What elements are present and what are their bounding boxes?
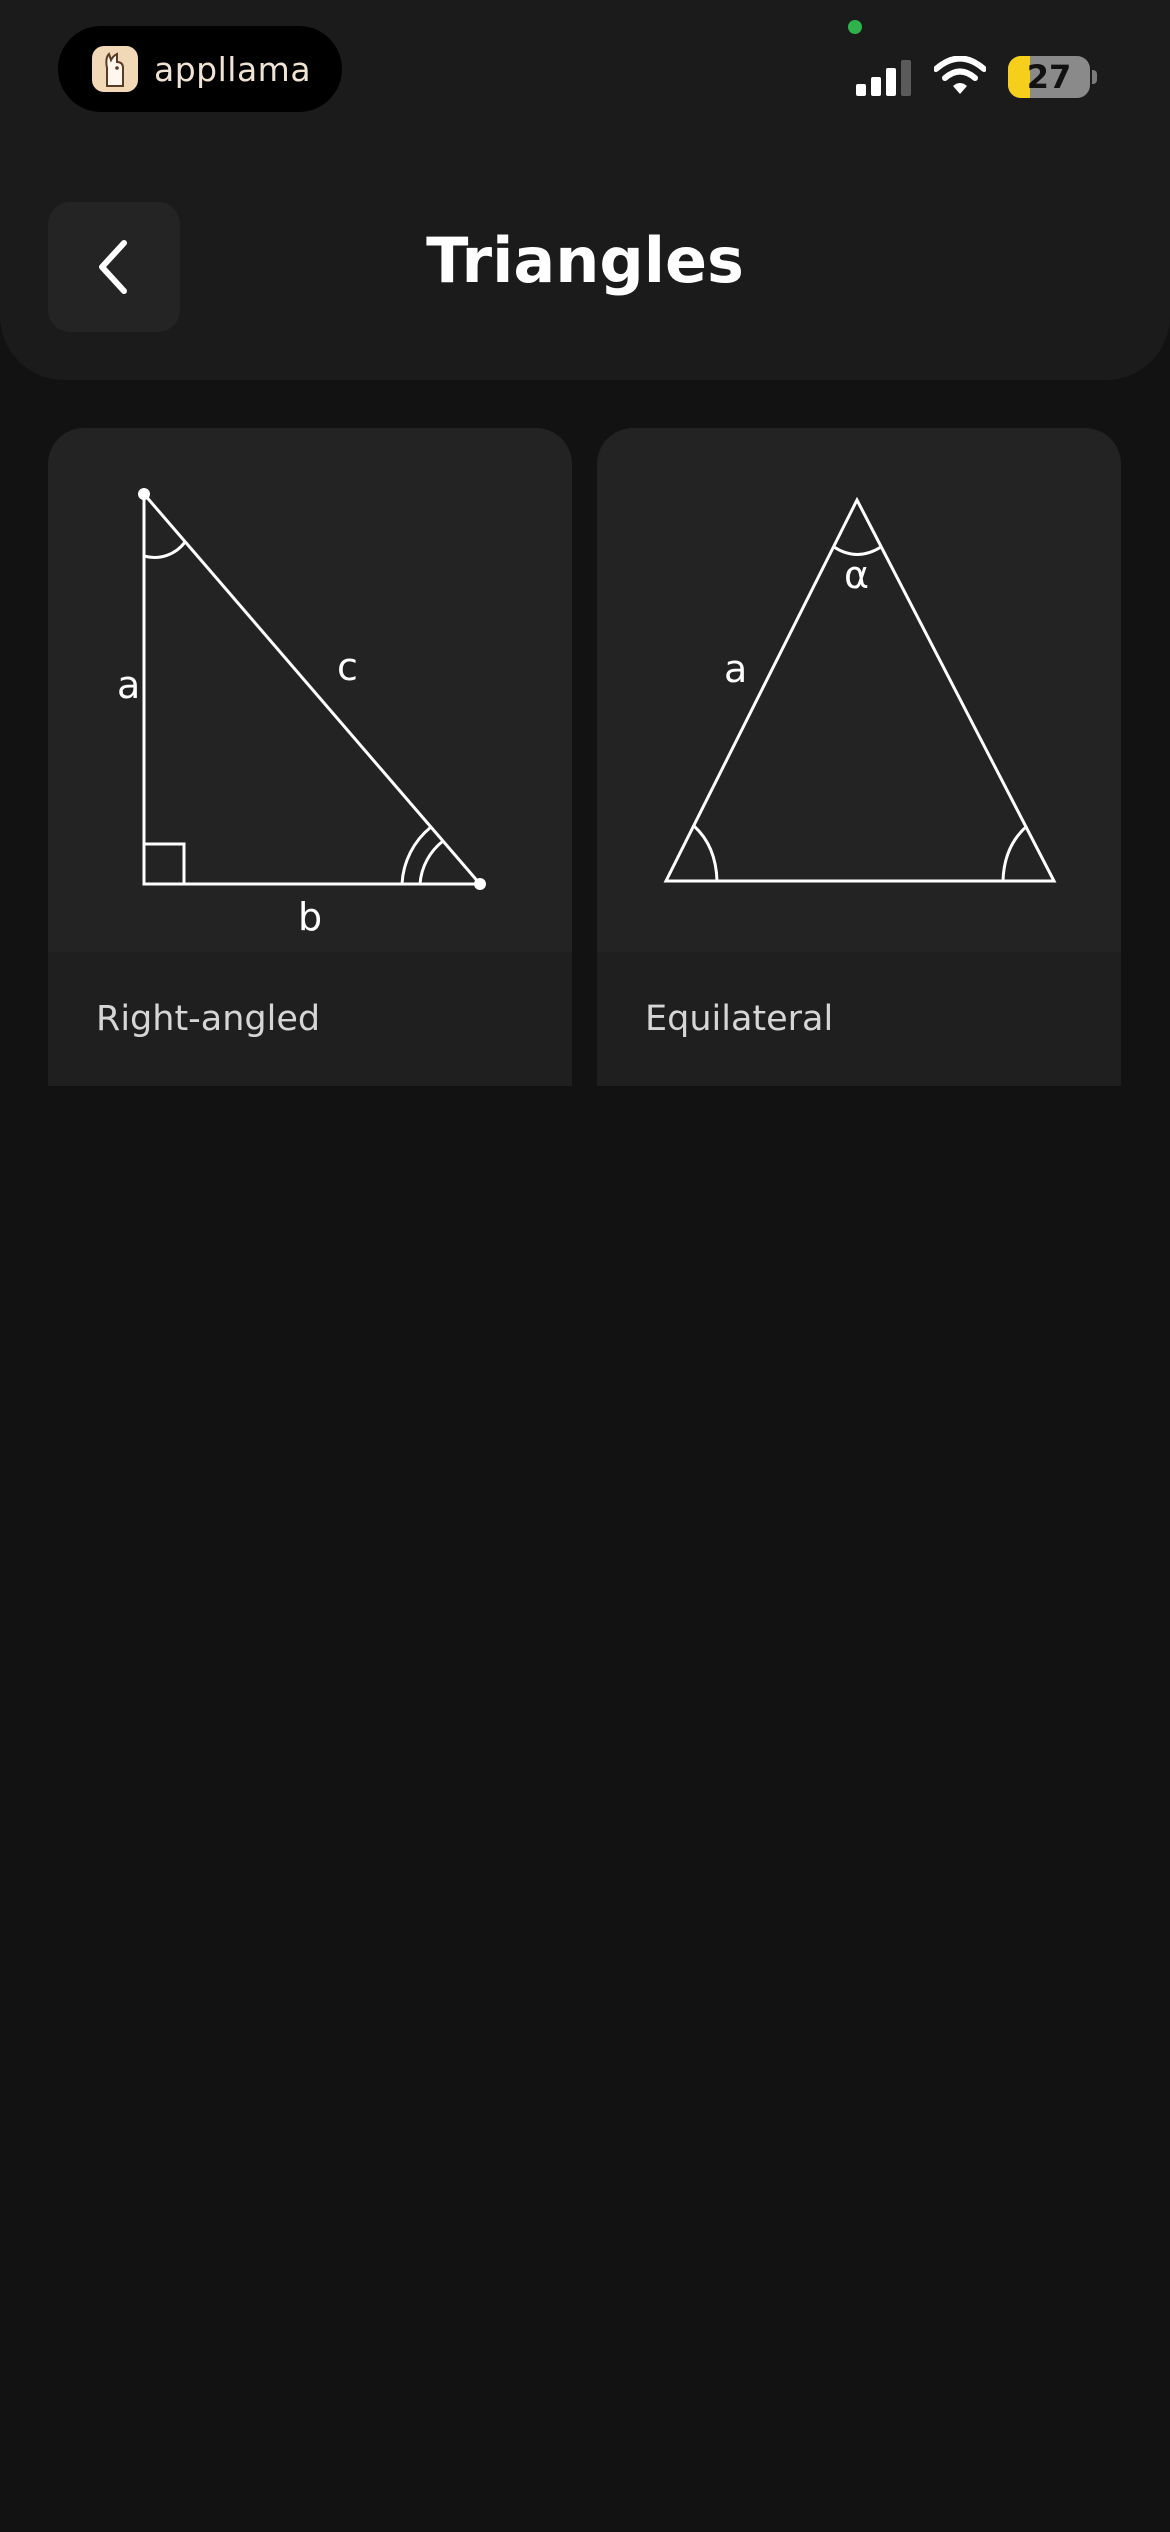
card-label: Equilateral xyxy=(645,999,834,1039)
battery-nub xyxy=(1092,70,1097,84)
top-angle-arc xyxy=(143,541,187,559)
app-name: appllama xyxy=(154,49,312,89)
side-b-label: b xyxy=(298,895,322,939)
card-equilateral[interactable]: α a Equilateral xyxy=(597,428,1121,1086)
cellular-signal-icon xyxy=(856,60,911,96)
right-angle-marker xyxy=(142,842,186,886)
llama-logo-icon xyxy=(92,46,138,92)
right-triangle-diagram: a c b xyxy=(117,488,486,939)
wifi-icon xyxy=(934,56,986,94)
privacy-indicator-dot xyxy=(848,20,862,34)
vertex-dot-right xyxy=(474,878,486,890)
vertex-dot-top xyxy=(138,488,150,500)
angle-alpha-label: α xyxy=(844,553,869,597)
app-pill: appllama xyxy=(58,26,342,112)
card-footer: Equilateral xyxy=(597,952,1121,1086)
card-footer: Right-angled xyxy=(48,952,572,1086)
battery-icon: 27 xyxy=(1008,56,1090,98)
side-a-label: a xyxy=(117,663,140,707)
card-label: Right-angled xyxy=(96,999,321,1039)
bottom-angle-arc-outer xyxy=(400,825,432,885)
page-title: Triangles xyxy=(426,224,744,297)
card-right-angled[interactable]: a c b Right-angled xyxy=(48,428,572,1086)
bottom-angle-arc-inner xyxy=(418,839,444,885)
equilateral-triangle-diagram: α a xyxy=(663,496,1057,883)
right-angle-arc xyxy=(1001,824,1028,882)
header: appllama 27 Triangles xyxy=(0,0,1170,380)
battery-level-text: 27 xyxy=(1026,58,1072,96)
side-c-label: c xyxy=(337,645,358,689)
left-angle-arc xyxy=(692,824,719,882)
side-c-line xyxy=(142,493,482,885)
side-a-label: a xyxy=(724,647,747,691)
screen: appllama 27 Triangles a c b Right-angled… xyxy=(0,0,1170,2532)
